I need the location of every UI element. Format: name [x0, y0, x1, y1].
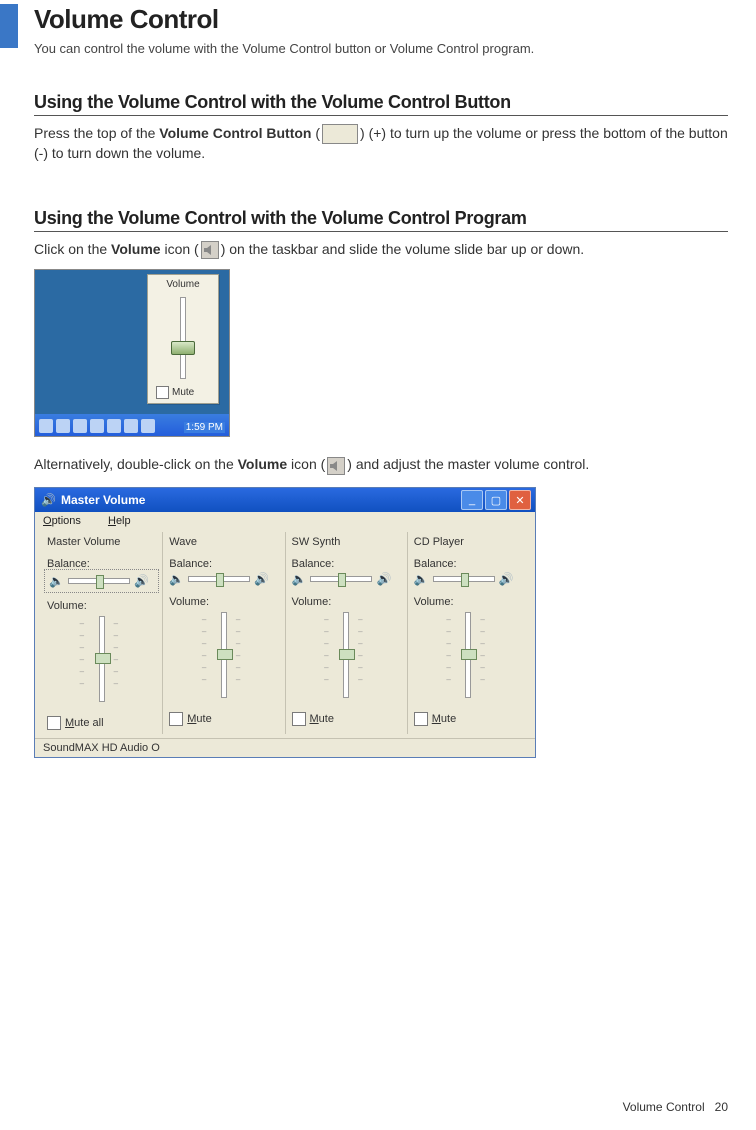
channel-wave: Wave Balance: 🔈 🔊 Volume: –––––– –––––– … [162, 532, 284, 734]
window-menubar: Options Help [35, 512, 535, 530]
screenshot-master-volume: 🔊 Master Volume _ ▢ ✕ Options Help Maste… [34, 487, 536, 758]
page-intro: You can control the volume with the Volu… [34, 41, 728, 56]
close-button[interactable]: ✕ [509, 490, 531, 510]
volume-button-icon [322, 124, 358, 144]
speaker-right-icon: 🔊 [254, 572, 269, 586]
volume-slider[interactable]: –––––– –––––– [292, 612, 401, 704]
balance-label: Balance: [292, 558, 401, 570]
section-rule [34, 115, 728, 116]
volume-slider[interactable]: –––––– –––––– [169, 612, 278, 704]
volume-label: Volume: [47, 600, 156, 612]
volume-thumb[interactable] [461, 649, 477, 660]
mute-checkbox[interactable]: Mute [292, 712, 401, 726]
balance-thumb[interactable] [96, 575, 104, 589]
volume-popup: Volume Mute [147, 274, 219, 404]
balance-thumb[interactable] [338, 573, 346, 587]
channel-name: Master Volume [47, 536, 156, 548]
volume-thumb[interactable] [217, 649, 233, 660]
page-footer: Volume Control 20 [623, 1100, 728, 1114]
volume-popup-mute[interactable]: Mute [156, 386, 194, 399]
menu-options[interactable]: Options [43, 515, 93, 527]
channel-master-volume: Master Volume Balance: 🔈 🔊 Volume: –––––… [41, 532, 162, 734]
page-side-tab [0, 4, 18, 48]
volume-label: Volume: [292, 596, 401, 608]
section2-para1: Click on the Volume icon () on the taskb… [34, 240, 728, 260]
balance-label: Balance: [47, 558, 156, 570]
speaker-right-icon: 🔊 [499, 572, 514, 586]
volume-thumb[interactable] [95, 653, 111, 664]
maximize-button[interactable]: ▢ [485, 490, 507, 510]
speaker-right-icon: 🔊 [134, 574, 149, 588]
volume-slider[interactable]: –––––– –––––– [414, 612, 523, 704]
window-titlebar: 🔊 Master Volume _ ▢ ✕ [35, 488, 535, 512]
balance-label: Balance: [414, 558, 523, 570]
speaker-right-icon: 🔊 [376, 572, 391, 586]
channel-cd-player: CD Player Balance: 🔈 🔊 Volume: –––––– ––… [407, 532, 529, 734]
channel-name: Wave [169, 536, 278, 548]
volume-popup-track[interactable] [180, 297, 186, 379]
volume-label: Volume: [169, 596, 278, 608]
balance-thumb[interactable] [461, 573, 469, 587]
minimize-button[interactable]: _ [461, 490, 483, 510]
taskbar: 1:59 PM [35, 414, 229, 436]
balance-slider[interactable]: 🔈 🔊 [47, 572, 156, 590]
section1-heading: Using the Volume Control with the Volume… [34, 92, 728, 113]
volume-popup-slider-thumb[interactable] [171, 341, 195, 355]
volume-thumb[interactable] [339, 649, 355, 660]
volume-label: Volume: [414, 596, 523, 608]
screenshot-volume-popup: Volume Mute 1:59 PM [34, 269, 230, 437]
balance-label: Balance: [169, 558, 278, 570]
section2-para2: Alternatively, double-click on the Volum… [34, 455, 728, 475]
speaker-icon [327, 457, 345, 475]
volume-popup-label: Volume [148, 279, 218, 290]
mute-checkbox[interactable]: Mute [414, 712, 523, 726]
speaker-left-icon: 🔈 [169, 572, 184, 586]
speaker-left-icon: 🔈 [414, 572, 429, 586]
balance-slider[interactable]: 🔈 🔊 [292, 572, 401, 586]
section2-heading: Using the Volume Control with the Volume… [34, 208, 728, 229]
channel-name: CD Player [414, 536, 523, 548]
balance-slider[interactable]: 🔈 🔊 [169, 572, 278, 586]
section1-para: Press the top of the Volume Control Butt… [34, 124, 728, 164]
channel-sw-synth: SW Synth Balance: 🔈 🔊 Volume: –––––– –––… [285, 532, 407, 734]
tray-icons [39, 419, 155, 433]
checkbox-icon[interactable] [156, 386, 169, 399]
mute-all-checkbox[interactable]: Mute all [47, 716, 156, 730]
page-title: Volume Control [34, 4, 728, 35]
tray-clock: 1:59 PM [184, 422, 225, 433]
speaker-icon [201, 241, 219, 259]
section-rule [34, 231, 728, 232]
speaker-left-icon: 🔈 [292, 572, 307, 586]
window-title: Master Volume [61, 493, 145, 507]
speaker-left-icon: 🔈 [49, 574, 64, 588]
app-icon: 🔊 [41, 493, 56, 507]
status-bar: SoundMAX HD Audio O [35, 738, 535, 757]
channel-name: SW Synth [292, 536, 401, 548]
balance-slider[interactable]: 🔈 🔊 [414, 572, 523, 586]
balance-thumb[interactable] [216, 573, 224, 587]
volume-slider[interactable]: –––––– –––––– [47, 616, 156, 708]
mute-checkbox[interactable]: Mute [169, 712, 278, 726]
menu-help[interactable]: Help [108, 515, 131, 527]
